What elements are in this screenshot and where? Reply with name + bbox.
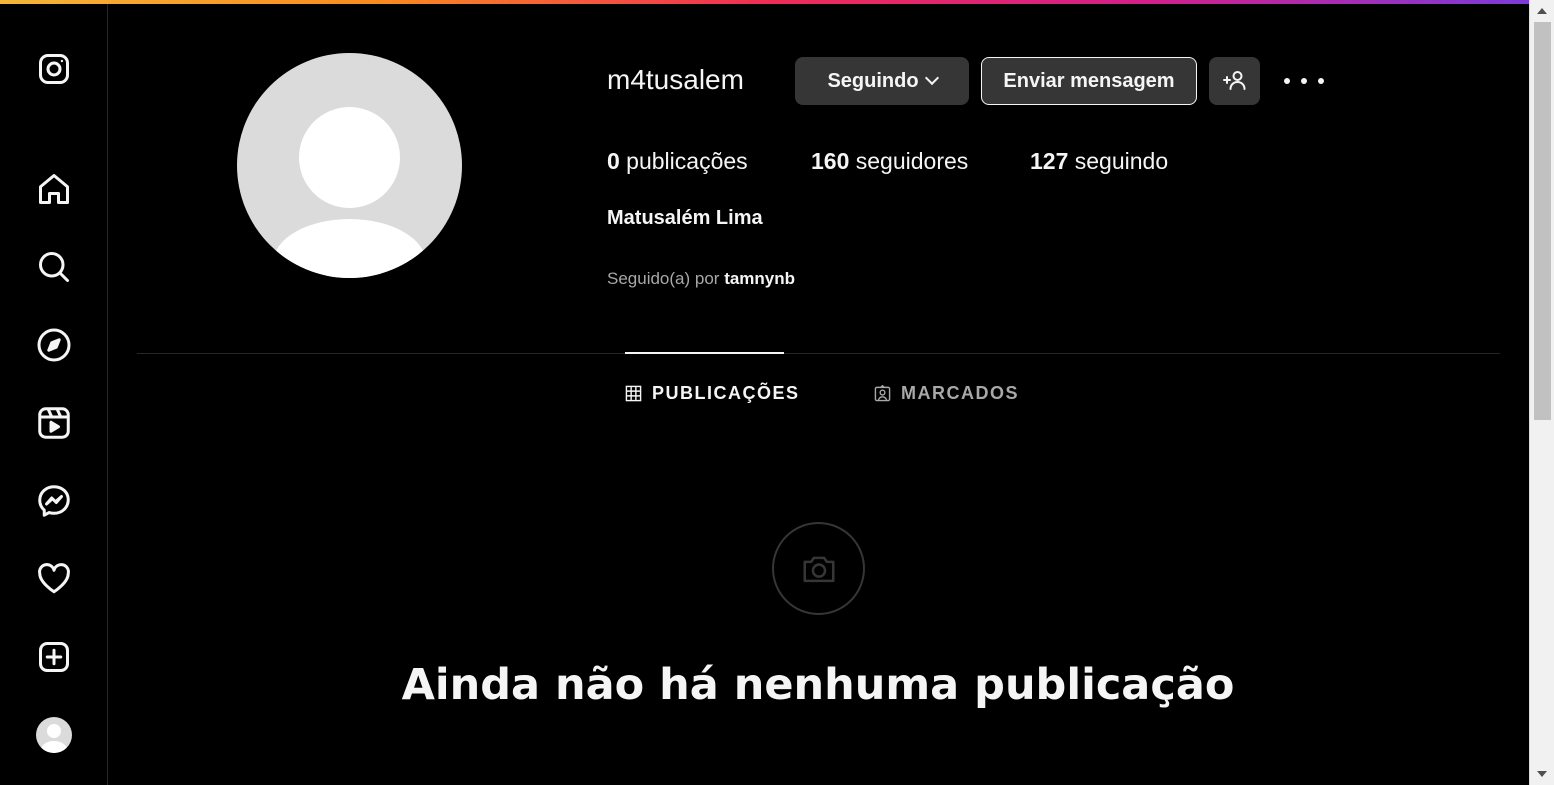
followed-by: Seguido(a) por tamnynb	[607, 269, 795, 289]
explore-icon[interactable]	[34, 325, 74, 365]
scroll-up-arrow[interactable]	[1537, 8, 1547, 14]
send-message-button[interactable]: Enviar mensagem	[981, 57, 1197, 105]
scrollbar-thumb[interactable]	[1534, 22, 1551, 420]
tab-tagged[interactable]: MARCADOS	[874, 380, 1019, 406]
following-count: 127	[1030, 148, 1069, 174]
search-icon[interactable]	[34, 247, 74, 287]
tab-posts-label: PUBLICAÇÕES	[652, 382, 800, 403]
profile-full-name: Matusalém Lima	[607, 207, 763, 229]
instagram-logo-icon[interactable]	[34, 49, 74, 89]
suggested-users-button[interactable]	[1209, 57, 1260, 105]
empty-state-title: Ainda não há nenhuma publicação	[401, 660, 1235, 710]
followers-label: seguidores	[849, 148, 969, 174]
followed-by-user-link[interactable]: tamnynb	[724, 269, 795, 288]
stat-following[interactable]: 127 seguindo	[1030, 148, 1168, 175]
following-button-label: Seguindo	[827, 69, 919, 92]
followed-by-prefix: Seguido(a) por	[607, 269, 725, 288]
active-tab-indicator	[625, 352, 784, 354]
reels-icon[interactable]	[34, 403, 74, 443]
profile-avatar-icon[interactable]	[34, 715, 74, 755]
profile-picture[interactable]	[237, 53, 462, 278]
posts-label: publicações	[619, 148, 748, 174]
loading-gradient-bar	[0, 0, 1529, 4]
grid-icon	[625, 385, 642, 401]
messenger-icon[interactable]	[34, 481, 74, 521]
posts-count: 0	[607, 148, 620, 174]
more-options-button[interactable]	[1284, 66, 1324, 96]
tab-tagged-label: MARCADOS	[901, 382, 1019, 403]
add-user-icon	[1222, 71, 1245, 90]
followers-count: 160	[811, 148, 850, 174]
heart-icon[interactable]	[34, 559, 74, 599]
scroll-down-arrow[interactable]	[1537, 771, 1547, 777]
camera-icon	[772, 522, 865, 615]
tagged-icon	[874, 384, 891, 401]
stat-followers[interactable]: 160 seguidores	[811, 148, 968, 175]
chevron-down-icon	[924, 70, 939, 86]
page-scrollbar[interactable]	[1529, 0, 1554, 785]
tabs-divider	[137, 353, 1500, 354]
stat-posts: 0 publicações	[607, 148, 748, 175]
home-icon[interactable]	[34, 169, 74, 209]
profile-username: m4tusalem	[607, 64, 744, 95]
following-label: seguindo	[1068, 148, 1169, 174]
tab-posts[interactable]: PUBLICAÇÕES	[625, 380, 800, 406]
following-button[interactable]: Seguindo	[795, 57, 969, 105]
